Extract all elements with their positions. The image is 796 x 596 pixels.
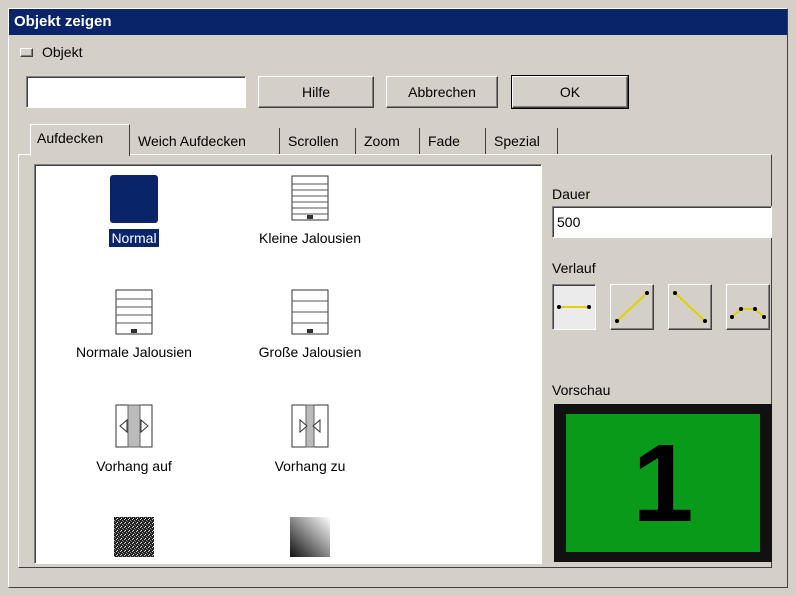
blinds-normal-icon — [115, 289, 153, 335]
list-item-label: Normal — [108, 228, 160, 248]
curtain-close-icon — [291, 404, 329, 448]
curve-arc-icon — [730, 307, 766, 319]
list-item-label: Normale Jalousien — [76, 344, 192, 360]
tab-weich-aufdecken[interactable]: Weich Aufdecken — [132, 128, 280, 154]
list-item-dissolve[interactable] — [49, 515, 219, 563]
linear-flat-icon — [557, 305, 591, 309]
list-item-label: Große Jalousien — [258, 344, 362, 360]
list-item-vorhang-auf[interactable]: Vorhang auf — [49, 403, 219, 475]
solid-square-icon — [110, 175, 158, 223]
list-item-label: Vorhang auf — [96, 458, 172, 474]
curve-label: Verlauf — [552, 260, 596, 276]
ease-rise-icon — [615, 291, 649, 323]
preview-box: 1 — [554, 404, 772, 562]
title-bar: Objekt zeigen — [9, 9, 787, 35]
list-item-normale-jalousien[interactable]: Normale Jalousien — [49, 289, 219, 361]
noise-dissolve-icon — [114, 517, 154, 557]
curve-rise-button[interactable] — [610, 284, 654, 330]
blinds-large-icon — [291, 289, 329, 335]
cancel-button[interactable]: Abbrechen — [386, 76, 498, 108]
list-item-label: Kleine Jalousien — [259, 230, 361, 246]
blinds-small-icon — [291, 175, 329, 221]
object-input[interactable] — [26, 76, 246, 108]
duration-label: Dauer — [552, 186, 591, 202]
ok-button[interactable]: OK — [511, 75, 629, 109]
tab-zoom[interactable]: Zoom — [358, 128, 420, 154]
effect-list[interactable]: Normal Kleine Jalousien Normale Jalousie… — [34, 164, 542, 564]
curve-fall-button[interactable] — [668, 284, 712, 330]
help-button[interactable]: Hilfe — [258, 76, 374, 108]
object-toggle[interactable] — [20, 48, 33, 57]
object-label: Objekt — [42, 44, 83, 60]
duration-input[interactable] — [552, 206, 772, 238]
curve-linear-button[interactable] — [552, 284, 596, 330]
list-item-label: Vorhang zu — [274, 458, 346, 474]
list-item-kleine-jalousien[interactable]: Kleine Jalousien — [225, 175, 395, 247]
preview-label: Vorschau — [552, 382, 611, 398]
tab-fade[interactable]: Fade — [422, 128, 486, 154]
preview-number: 1 — [566, 414, 760, 552]
list-item-normal[interactable]: Normal — [49, 175, 219, 248]
curve-arc-button[interactable] — [726, 284, 770, 330]
curtain-open-icon — [115, 404, 153, 448]
gradient-dissolve-icon — [290, 517, 330, 557]
tab-scrollen[interactable]: Scrollen — [282, 128, 356, 154]
list-item-gradient[interactable] — [225, 515, 395, 563]
tab-spezial[interactable]: Spezial — [488, 128, 558, 154]
tab-aufdecken[interactable]: Aufdecken — [30, 124, 130, 156]
list-item-vorhang-zu[interactable]: Vorhang zu — [225, 403, 395, 475]
ease-fall-icon — [673, 291, 707, 323]
list-item-grosse-jalousien[interactable]: Große Jalousien — [225, 289, 395, 361]
